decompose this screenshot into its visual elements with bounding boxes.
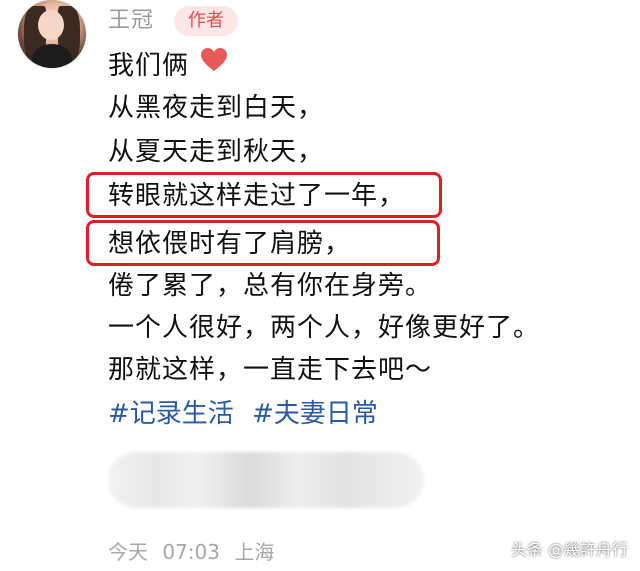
author-avatar[interactable] [18,0,86,68]
meta-date: 今天 [108,540,148,564]
post-line-8: 那就这样，一直走下去吧～ [108,355,433,385]
author-name[interactable]: 王冠 [108,6,154,36]
post-line-5: 想依偎时有了肩膀， [108,229,352,259]
post-line-1-text: 我们俩 [108,51,190,81]
blurred-content-bar[interactable] [108,452,424,508]
avatar-body [32,44,72,68]
post-line-2: 从黑夜走到白天， [108,93,325,123]
heart-icon [200,47,228,83]
post-meta: 今天 07:03 上海 [108,538,282,566]
post-line-1: 我们俩 [108,47,228,85]
watermark: 头条 @幾許舟行 [510,540,628,559]
post-line-4: 转眼就这样走过了一年， [108,181,406,211]
tag-couple-daily[interactable]: #夫妻日常 [252,399,378,429]
avatar-face [38,10,64,40]
post-line-7: 一个人很好，两个人，好像更好了。 [108,313,541,343]
author-badge: 作者 [174,6,238,36]
meta-location: 上海 [234,540,275,564]
tag-record-life[interactable]: #记录生活 [108,399,234,429]
tags-row: #记录生活 #夫妻日常 [108,396,388,432]
post-line-3: 从夏天走到秋天， [108,137,325,167]
post-line-6: 倦了累了，总有你在身旁。 [108,271,433,301]
meta-time: 07:03 [162,540,220,564]
